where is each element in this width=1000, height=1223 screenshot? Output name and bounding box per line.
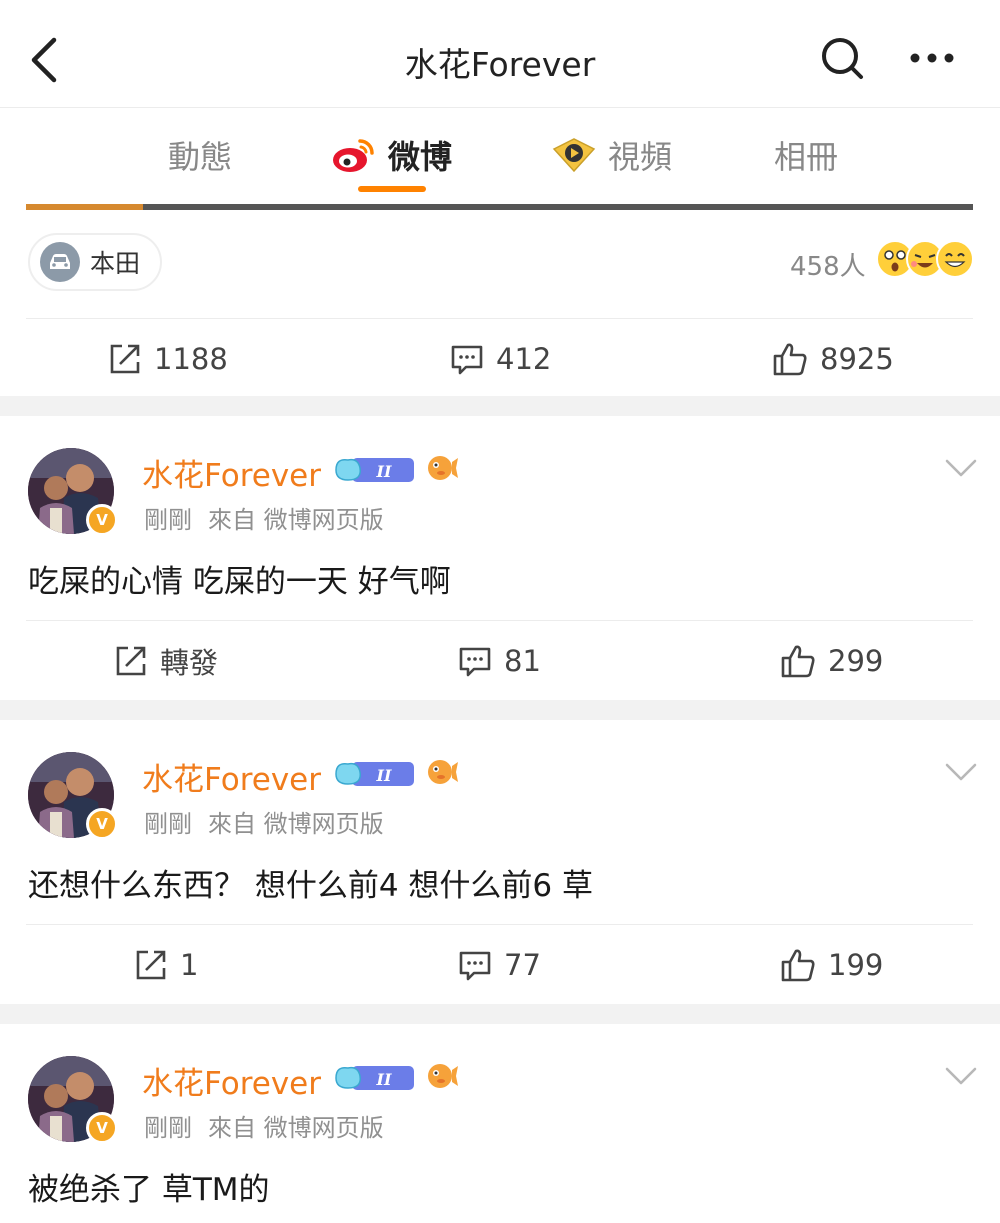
like-button[interactable]: 299 — [780, 624, 883, 698]
repost-count: 1 — [180, 948, 199, 982]
search-button[interactable] — [818, 34, 866, 82]
like-button[interactable]: 199 — [780, 928, 883, 1002]
chevron-down-icon[interactable] — [944, 1064, 978, 1088]
verified-badge-icon: V — [86, 1112, 118, 1144]
grinning-emoji-icon — [936, 240, 974, 278]
topic-tag[interactable]: 本田 — [28, 233, 163, 291]
verified-badge-icon: V — [86, 504, 118, 536]
svg-text:II: II — [376, 462, 392, 481]
verified-badge-icon: V — [86, 808, 118, 840]
divider — [26, 620, 973, 621]
car-icon — [40, 242, 80, 282]
pufferfish-icon — [428, 456, 458, 480]
comment-icon — [451, 345, 483, 375]
repost-icon — [110, 344, 140, 374]
video-badge-icon — [552, 138, 596, 173]
chevron-down-icon[interactable] — [944, 456, 978, 480]
post-meta: 剛剛 來自 微博网页版 — [144, 1108, 400, 1143]
post-card[interactable]: V 水花Forever II 剛剛 來自 微博网页版 吃屎的心情 吃屎的一天 好气… — [0, 416, 1000, 700]
comment-button[interactable]: 412 — [450, 322, 551, 396]
repost-button[interactable]: 1188 — [108, 322, 228, 396]
repost-label: 轉發 — [160, 646, 219, 680]
tab-album[interactable]: 相冊 — [774, 132, 838, 178]
pufferfish-icon — [428, 1064, 458, 1088]
thumbs-up-icon — [781, 949, 815, 982]
post-card[interactable]: V 水花Forever II 剛剛 來自 微博网页版 被绝杀了 草TM的 — [0, 1024, 1000, 1223]
repost-icon — [136, 950, 166, 980]
member-level-badge-icon: II — [335, 762, 414, 786]
comment-icon — [459, 951, 491, 981]
comment-count: 77 — [504, 948, 541, 982]
pufferfish-icon — [428, 760, 458, 784]
first-card-actions: 1188 412 8925 — [0, 322, 1000, 396]
tab-dynamics[interactable]: 動態 — [168, 132, 232, 178]
svg-text:II: II — [376, 766, 392, 785]
media-strip-highlight — [26, 204, 143, 210]
divider — [26, 318, 973, 319]
repost-button[interactable]: 1 — [134, 928, 198, 1002]
post-text: 被绝杀了 草TM的 — [28, 1172, 270, 1208]
tab-label: 微博 — [388, 138, 453, 176]
tab-label: 動態 — [168, 138, 233, 176]
thumbs-up-icon — [781, 645, 815, 678]
chevron-down-icon[interactable] — [944, 760, 978, 784]
top-bar: 水花Forever — [0, 0, 1000, 108]
like-count: 199 — [828, 948, 884, 982]
profile-tabs: 動態 微博 視頻 相冊 — [0, 108, 1000, 200]
comment-button[interactable]: 77 — [458, 928, 541, 1002]
topic-label: 本田 — [90, 249, 141, 278]
post-username[interactable]: 水花Forever — [142, 450, 321, 495]
more-dots-icon — [910, 53, 954, 63]
repost-button[interactable]: 轉發 — [114, 624, 218, 698]
more-button[interactable] — [906, 40, 958, 76]
svg-text:II: II — [376, 1070, 392, 1089]
repost-icon — [116, 646, 146, 676]
card-separator — [0, 700, 1000, 720]
post-card[interactable]: V 水花Forever II 剛剛 來自 微博网页版 还想什么东西？ 想什么前4 … — [0, 720, 1000, 1004]
post-text: 还想什么东西？ 想什么前4 想什么前6 草 — [28, 868, 594, 904]
like-count: 8925 — [820, 342, 894, 376]
post-meta: 剛剛 來自 微博网页版 — [144, 500, 400, 535]
post-source: 來自 微博网页版 — [208, 1114, 384, 1142]
post-source: 來自 微博网页版 — [208, 506, 384, 534]
like-button[interactable]: 8925 — [772, 322, 894, 396]
divider — [26, 924, 973, 925]
tab-weibo[interactable]: 微博 — [330, 132, 452, 178]
active-tab-indicator — [358, 186, 426, 192]
post-time: 剛剛 — [144, 506, 192, 534]
post-time: 剛剛 — [144, 810, 192, 838]
card-separator — [0, 396, 1000, 416]
post-username[interactable]: 水花Forever — [142, 1058, 321, 1103]
tab-label: 相冊 — [774, 138, 839, 176]
post-actions: 轉發 81 299 — [0, 624, 1000, 698]
member-level-badge-icon: II — [335, 458, 414, 482]
reaction-emojis[interactable] — [876, 240, 976, 280]
repost-count: 1188 — [154, 342, 228, 376]
card-separator — [0, 1004, 1000, 1024]
member-level-badge-icon: II — [335, 1066, 414, 1090]
tab-label: 視頻 — [608, 138, 673, 176]
thumbs-up-icon — [773, 343, 807, 376]
media-strip — [26, 204, 973, 210]
reactions-count[interactable]: 458人 — [790, 246, 866, 283]
comment-count: 412 — [496, 342, 552, 376]
comment-button[interactable]: 81 — [458, 624, 541, 698]
post-username[interactable]: 水花Forever — [142, 754, 321, 799]
tab-video[interactable]: 視頻 — [550, 132, 672, 178]
comment-count: 81 — [504, 644, 541, 678]
post-text: 吃屎的心情 吃屎的一天 好气啊 — [28, 564, 451, 600]
post-time: 剛剛 — [144, 1114, 192, 1142]
comment-icon — [459, 647, 491, 677]
post-actions: 1 77 199 — [0, 928, 1000, 1002]
weibo-logo-icon — [333, 139, 374, 172]
post-source: 來自 微博网页版 — [208, 810, 384, 838]
post-meta: 剛剛 來自 微博网页版 — [144, 804, 400, 839]
search-icon — [822, 38, 863, 79]
like-count: 299 — [828, 644, 884, 678]
